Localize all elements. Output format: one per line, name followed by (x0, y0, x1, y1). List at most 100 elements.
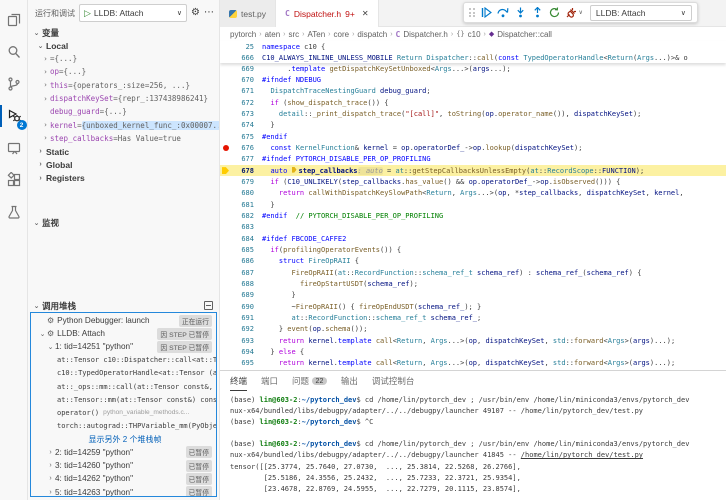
code-line-675[interactable]: 675 #endif (220, 131, 726, 142)
callstack-thread[interactable]: ⌄ 1: tid=14251 "python" 因 STEP 已暂停 (31, 340, 216, 353)
terminal-link[interactable]: /home/lin/pytorch_dev/test.py (521, 451, 643, 459)
code-line-673[interactable]: 673 detail::_print_dispatch_trace("[call… (220, 108, 726, 119)
callstack-section-header[interactable]: ⌄ 调用堆栈 (28, 299, 219, 312)
breadcrumb-item[interactable]: pytorch (230, 30, 256, 39)
variable-row[interactable]: › dispatchKeySet = {repr_:137438986241} (28, 92, 219, 105)
code-line-690[interactable]: 690 ~FireOpRAII() { fireOpEndUSDT(schema… (220, 301, 726, 312)
step-over-button[interactable] (497, 6, 510, 20)
code-line-674[interactable]: 674 } (220, 120, 726, 131)
breadcrumb-item[interactable]: ATen (308, 30, 326, 39)
panel-tab-调试控制台[interactable]: 调试控制台 (372, 371, 415, 391)
launch-config-select[interactable]: ▷ LLDB: Attach ∨ (79, 4, 188, 22)
code-line-682[interactable]: 682 #endif // PYTORCH_DISABLE_PER_OP_PROF… (220, 210, 726, 221)
panel-tab-端口[interactable]: 端口 (261, 371, 278, 391)
code-line-695[interactable]: 695 return kernel.template call<Return, … (220, 358, 726, 369)
variable-row[interactable]: › kernel = {unboxed_kernel_func_:0x00007.… (28, 118, 219, 131)
variable-row[interactable]: › = {...} (28, 52, 219, 65)
code-line-693[interactable]: 693 return kernel.template call<Return, … (220, 335, 726, 346)
variable-row[interactable]: › op = {...} (28, 65, 219, 78)
code-line-689[interactable]: 689 } (220, 290, 726, 301)
extensions-icon[interactable] (0, 166, 28, 194)
continue-button[interactable] (480, 6, 493, 20)
breadcrumb-item[interactable]: Dispatcher::call (497, 30, 552, 39)
callstack-thread[interactable]: › 5: tid=14263 "python" 已暂停 (31, 485, 216, 496)
chevron-down-icon[interactable]: ∨ (579, 9, 583, 16)
code-line-676[interactable]: 676 const KernelFunction& kernel = op.op… (220, 142, 726, 153)
code-line-677[interactable]: 677 #ifndef PYTORCH_DISABLE_PER_OP_PROFIL… (220, 154, 726, 165)
callstack-action-icon[interactable] (204, 301, 213, 310)
local-scope-row[interactable]: ⌄ Local (28, 39, 219, 52)
scope-row-global[interactable]: › Global (28, 158, 219, 171)
code-line-680[interactable]: 680 return callWithDispatchKeySlowPath<R… (220, 188, 726, 199)
panel-tab-终端[interactable]: 终端 (230, 371, 248, 391)
breadcrumb-item[interactable]: core (334, 30, 350, 39)
explorer-icon[interactable] (0, 6, 28, 34)
panel-tab-输出[interactable]: 输出 (341, 371, 358, 391)
show-more-frames-link[interactable]: 显示另外 2 个堆栈帧 (31, 433, 216, 446)
code-line-678[interactable]: 678 auto step_callbacks: auto = at::getS… (220, 164, 726, 177)
code-line-683[interactable]: 683 (220, 222, 726, 233)
debug-session-select[interactable]: LLDB: Attach ∨ (589, 4, 692, 21)
code-area[interactable]: 669 .template getDispatchKeySetUnboxed<A… (220, 63, 726, 369)
stack-frame[interactable]: at::Tensor::mm(at::Tensor const&) cons (31, 393, 216, 406)
search-icon[interactable] (0, 38, 28, 66)
code-line-25[interactable]: 25 namespace c10 { (220, 41, 726, 52)
callstack-session[interactable]: ⌄ ⚙ LLDB: Attach 因 STEP 已暂停 (31, 327, 216, 340)
source-control-icon[interactable] (0, 70, 28, 98)
breadcrumb[interactable]: pytorch › aten › src › ATen › core › dispatch › C Dis… (220, 27, 726, 41)
close-icon[interactable]: ✕ (362, 9, 369, 18)
code-line-679[interactable]: 679 if (C10_UNLIKELY(step_callbacks.has_… (220, 176, 726, 187)
restart-button[interactable] (548, 6, 561, 20)
code-line-684[interactable]: 684 #ifdef FBCODE_CAFFE2 (220, 233, 726, 244)
variable-row[interactable]: debug_guard = {...} (28, 105, 219, 118)
callstack-thread[interactable]: › 3: tid=14260 "python" 已暂停 (31, 459, 216, 472)
testing-beaker-icon[interactable] (0, 198, 28, 226)
variables-section-header[interactable]: ⌄ 变量 (28, 26, 219, 39)
code-line-692[interactable]: 692 } event(op.schema()); (220, 324, 726, 335)
stack-frame[interactable]: torch::autograd::THPVariable_mm(PyObje (31, 420, 216, 433)
breadcrumb-item[interactable]: src (289, 30, 300, 39)
callstack-thread[interactable]: › 2: tid=14259 "python" 已暂停 (31, 446, 216, 459)
code-line-672[interactable]: 672 if (show_dispatch_trace()) { (220, 97, 726, 108)
run-and-debug-icon[interactable]: 2 (0, 102, 28, 130)
watch-section-header[interactable]: ⌄ 监视 (28, 216, 219, 229)
disconnect-button[interactable] (565, 6, 578, 20)
gear-icon[interactable]: ⚙ (191, 8, 200, 18)
breadcrumb-item[interactable]: dispatch (357, 30, 387, 39)
code-line-681[interactable]: 681 } (220, 199, 726, 210)
scope-row-registers[interactable]: › Registers (28, 172, 219, 185)
terminal-output[interactable]: (base) lin@603-2:~/pytorch_dev$ cd /home… (230, 395, 726, 500)
code-line-685[interactable]: 685 if(profilingOperatorEvents()) { (220, 244, 726, 255)
callstack-thread[interactable]: › 4: tid=14262 "python" 已暂停 (31, 472, 216, 485)
tab-dispatcher-h[interactable]: C Dispatcher.h 9+ ✕ (276, 0, 379, 27)
code-line-694[interactable]: 694 } else { (220, 346, 726, 357)
code-line-691[interactable]: 691 at::RecordFunction::schema_ref_t sch… (220, 312, 726, 323)
code-line-670[interactable]: 670 #ifndef NDEBUG (220, 74, 726, 85)
more-actions-icon[interactable]: ⋯ (204, 8, 214, 18)
scope-row-static[interactable]: › Static (28, 145, 219, 158)
code-line-671[interactable]: 671 DispatchTraceNestingGuard debug_guar… (220, 86, 726, 97)
drag-grip-icon[interactable] (469, 8, 475, 17)
panel-tab-问题[interactable]: 问题 22 (292, 371, 327, 391)
stack-frame[interactable]: at::Tensor c10::Dispatcher::call<at::T (31, 354, 216, 367)
stack-frame[interactable]: at::_ops::mm::call(at::Tensor const&, (31, 380, 216, 393)
callstack-session[interactable]: ⚙ Python Debugger: launch 正在运行 (31, 314, 216, 327)
code-line-687[interactable]: 687 FireOpRAII(at::RecordFunction::schem… (220, 267, 726, 278)
code-line-666[interactable]: 666 C10_ALWAYS_INLINE_UNLESS_MOBILE Retur… (220, 52, 726, 63)
variable-row[interactable]: › this = {operators_:size=256, ...} (28, 79, 219, 92)
sticky-scroll[interactable]: 25 namespace c10 {666 C10_ALWAYS_INLINE_UN… (220, 41, 726, 63)
start-debug-icon[interactable]: ▷ (84, 8, 91, 19)
breadcrumb-item[interactable]: c10 (468, 30, 481, 39)
stack-frame[interactable]: c10::TypedOperatorHandle<at::Tensor (a (31, 367, 216, 380)
tab-test-py[interactable]: test.py (220, 0, 277, 27)
code-line-688[interactable]: 688 fireOpStartUSDT(schema_ref); (220, 278, 726, 289)
code-line-669[interactable]: 669 .template getDispatchKeySetUnboxed<A… (220, 63, 726, 74)
breadcrumb-item[interactable]: aten (265, 30, 281, 39)
breadcrumb-item[interactable]: Dispatcher.h (403, 30, 447, 39)
variable-row[interactable]: › step_callbacks = Has Value=true (28, 132, 219, 145)
code-line-686[interactable]: 686 struct FireOpRAII { (220, 256, 726, 267)
step-into-button[interactable] (514, 6, 527, 20)
remote-explorer-icon[interactable] (0, 134, 28, 162)
stack-frame[interactable]: operator() python_variable_methods.c... (31, 406, 216, 419)
step-out-button[interactable] (531, 6, 544, 20)
